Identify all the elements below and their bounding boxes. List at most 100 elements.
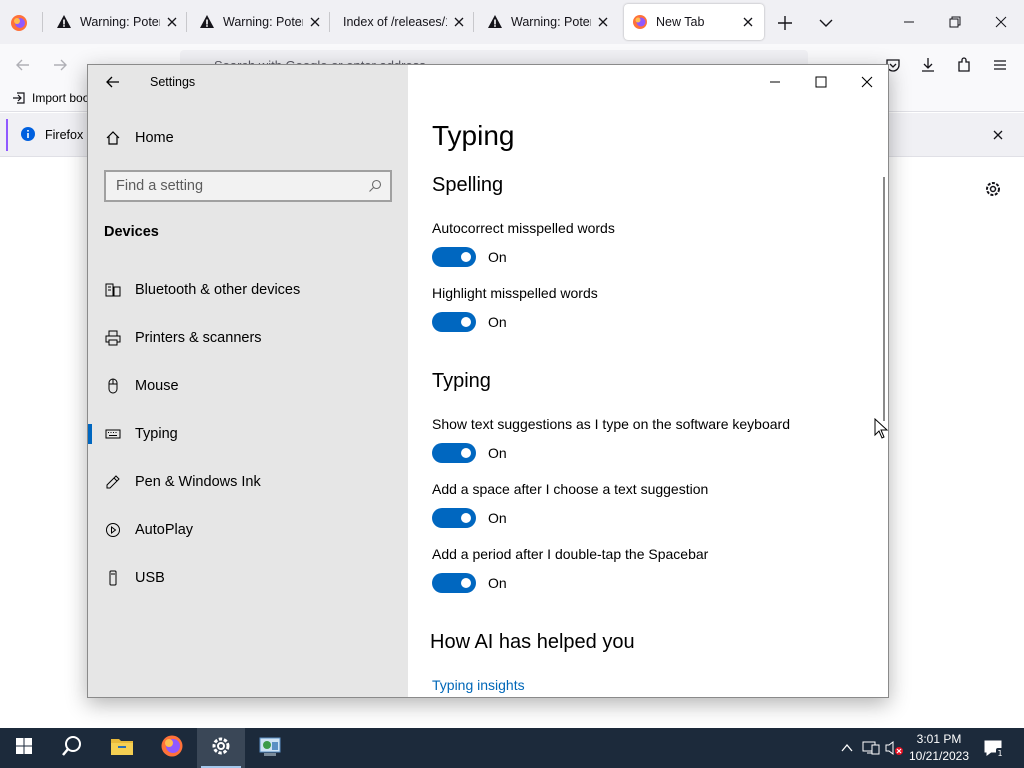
toggle-state: On bbox=[488, 575, 507, 591]
sidebar-item-label: USB bbox=[135, 570, 165, 586]
show-hidden-icons[interactable] bbox=[840, 741, 854, 755]
highlight-toggle-row: On bbox=[432, 312, 507, 332]
start-button[interactable] bbox=[0, 728, 48, 768]
printer-icon bbox=[104, 329, 122, 347]
minimize-browser-button[interactable] bbox=[886, 0, 932, 44]
taskbar-clock[interactable]: 3:01 PM 10/21/2023 bbox=[906, 731, 972, 765]
close-notification-icon[interactable] bbox=[992, 128, 1004, 140]
search-input[interactable]: Find a setting bbox=[104, 170, 392, 202]
sidebar-item-printers[interactable]: Printers & scanners bbox=[88, 318, 408, 358]
clock-time: 3:01 PM bbox=[916, 732, 962, 746]
close-tab-icon[interactable] bbox=[595, 14, 611, 30]
sidebar-item-home[interactable]: Home bbox=[88, 118, 408, 158]
page-title: Typing bbox=[432, 120, 515, 151]
sidebar-item-label: Bluetooth & other devices bbox=[135, 282, 301, 298]
maximize-button[interactable] bbox=[806, 73, 836, 91]
add-space-toggle[interactable] bbox=[432, 508, 476, 528]
toggle-state: On bbox=[488, 510, 507, 526]
browser-tab[interactable]: Warning: Potenti bbox=[487, 0, 611, 44]
notification-center-icon[interactable]: 1 bbox=[983, 739, 1003, 758]
extensions-icon[interactable] bbox=[955, 56, 973, 74]
taskbar-search-button[interactable] bbox=[48, 728, 96, 768]
add-period-toggle-row: On bbox=[432, 573, 507, 593]
tab-title: New Tab bbox=[656, 15, 705, 29]
search-icon bbox=[61, 735, 83, 762]
browser-tab-active[interactable]: New Tab bbox=[624, 4, 764, 40]
windows-start-icon bbox=[15, 737, 33, 760]
forward-icon[interactable] bbox=[51, 56, 69, 74]
sidebar-item-mouse[interactable]: Mouse bbox=[88, 366, 408, 406]
close-browser-button[interactable] bbox=[978, 0, 1024, 44]
highlight-misspelled-toggle[interactable] bbox=[432, 312, 476, 332]
control-panel-icon bbox=[258, 734, 282, 763]
restore-browser-button[interactable] bbox=[932, 0, 978, 44]
close-tab-icon[interactable] bbox=[740, 14, 756, 30]
keyboard-icon bbox=[104, 425, 122, 443]
file-explorer-icon bbox=[110, 736, 134, 761]
add-period-label: Add a period after I double-tap the Spac… bbox=[432, 546, 709, 562]
menu-icon[interactable] bbox=[991, 56, 1009, 74]
new-tab-settings-icon[interactable] bbox=[983, 179, 1003, 199]
network-icon[interactable] bbox=[862, 740, 880, 756]
sidebar-item-usb[interactable]: USB bbox=[88, 558, 408, 598]
browser-tab[interactable]: Warning: Potenti bbox=[56, 0, 180, 44]
search-placeholder: Find a setting bbox=[116, 178, 204, 194]
bluetooth-devices-icon bbox=[104, 281, 122, 299]
text-suggestions-toggle[interactable] bbox=[432, 443, 476, 463]
sidebar-item-autoplay[interactable]: AutoPlay bbox=[88, 510, 408, 550]
toggle-state: On bbox=[488, 314, 507, 330]
usb-icon bbox=[104, 569, 122, 587]
section-heading-ai: How AI has helped you bbox=[430, 631, 635, 653]
home-icon bbox=[104, 129, 122, 147]
add-space-label: Add a space after I choose a text sugges… bbox=[432, 481, 709, 497]
close-tab-icon[interactable] bbox=[164, 14, 180, 30]
back-button[interactable] bbox=[104, 73, 122, 91]
sidebar-item-pen[interactable]: Pen & Windows Ink bbox=[88, 462, 408, 502]
pen-icon bbox=[104, 473, 122, 491]
info-icon bbox=[20, 126, 36, 142]
volume-muted-icon[interactable] bbox=[884, 740, 904, 756]
import-bookmarks-link[interactable]: Import boo bbox=[12, 91, 89, 105]
svg-text:1: 1 bbox=[998, 749, 1003, 757]
firefox-view-icon[interactable] bbox=[10, 14, 28, 32]
add-space-toggle-row: On bbox=[432, 508, 507, 528]
browser-tab-bar: Warning: Potenti Warning: Potenti Index … bbox=[0, 0, 1024, 44]
sidebar-item-bluetooth[interactable]: Bluetooth & other devices bbox=[88, 270, 408, 310]
window-title: Settings bbox=[150, 75, 196, 89]
control-panel-taskbar-button[interactable] bbox=[246, 728, 294, 768]
mouse-cursor bbox=[874, 417, 890, 440]
firefox-taskbar-button[interactable] bbox=[148, 728, 196, 768]
autocorrect-toggle[interactable] bbox=[432, 247, 476, 267]
browser-tab[interactable]: Warning: Potenti bbox=[199, 0, 323, 44]
tab-title: Index of /releases/1— bbox=[343, 15, 447, 29]
settings-taskbar-button[interactable] bbox=[197, 728, 245, 768]
back-icon[interactable] bbox=[14, 56, 32, 74]
close-button[interactable] bbox=[852, 73, 882, 91]
file-explorer-button[interactable] bbox=[98, 728, 146, 768]
list-all-tabs-icon[interactable] bbox=[817, 14, 835, 32]
typing-insights-link[interactable]: Typing insights bbox=[432, 677, 525, 693]
tab-title: Warning: Potenti bbox=[80, 15, 160, 29]
sidebar-item-label: Typing bbox=[135, 426, 178, 442]
settings-sidebar: Settings Home Find a setting Devices Blu… bbox=[88, 65, 408, 697]
close-tab-icon[interactable] bbox=[451, 14, 467, 30]
notification-accent bbox=[6, 119, 8, 151]
downloads-icon[interactable] bbox=[919, 56, 937, 74]
warning-icon bbox=[56, 14, 72, 30]
section-heading-typing: Typing bbox=[432, 370, 491, 392]
browser-tab[interactable]: Index of /releases/1— bbox=[343, 0, 467, 44]
new-tab-button[interactable] bbox=[776, 14, 794, 32]
toggle-state: On bbox=[488, 445, 507, 461]
close-tab-icon[interactable] bbox=[307, 14, 323, 30]
settings-content: Typing Spelling Autocorrect misspelled w… bbox=[408, 65, 888, 697]
warning-icon bbox=[199, 14, 215, 30]
minimize-button[interactable] bbox=[760, 73, 790, 91]
autocorrect-label: Autocorrect misspelled words bbox=[432, 220, 615, 236]
firefox-icon bbox=[160, 734, 184, 763]
clock-date: 10/21/2023 bbox=[908, 749, 970, 763]
scrollbar[interactable] bbox=[883, 177, 885, 421]
warning-icon bbox=[487, 14, 503, 30]
sidebar-item-typing[interactable]: Typing bbox=[88, 414, 408, 454]
sidebar-item-label: AutoPlay bbox=[135, 522, 194, 538]
add-period-toggle[interactable] bbox=[432, 573, 476, 593]
